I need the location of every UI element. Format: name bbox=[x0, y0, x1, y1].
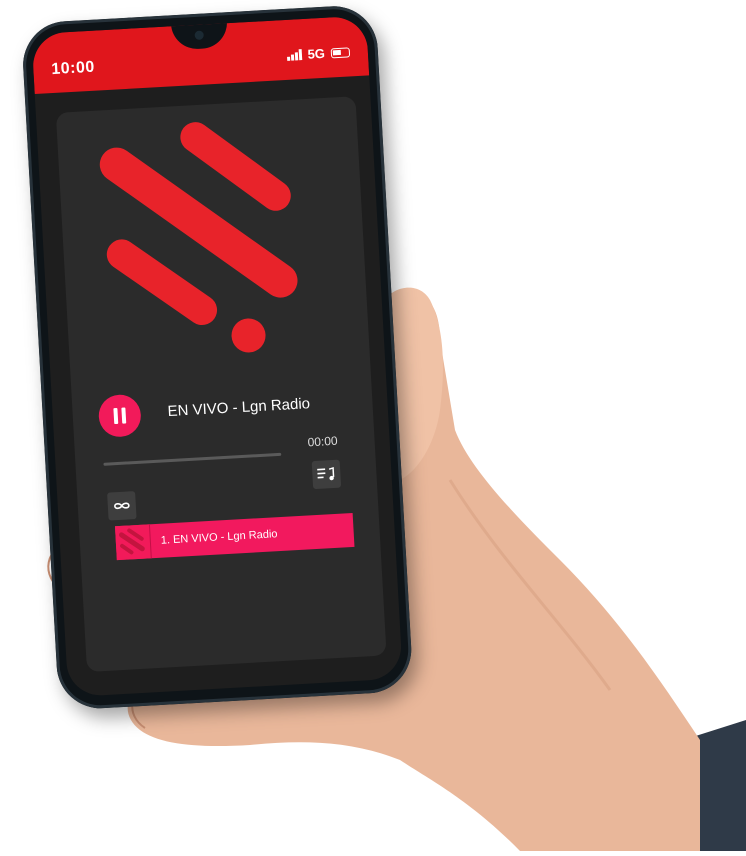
pause-icon-bar bbox=[121, 407, 127, 424]
station-logo-small bbox=[118, 528, 145, 555]
playlist-music-icon bbox=[317, 466, 335, 481]
status-icons: 5G bbox=[286, 44, 351, 63]
pause-icon bbox=[113, 407, 119, 425]
progress-bar[interactable] bbox=[103, 452, 282, 466]
time-display: 00:00 bbox=[307, 433, 338, 450]
playlist-button[interactable] bbox=[311, 459, 342, 490]
station-logo bbox=[99, 122, 298, 353]
player-card: EN VIVO - Lgn Radio 00:00 1. EN VIVO - L… bbox=[55, 96, 387, 673]
battery-icon bbox=[330, 46, 351, 58]
status-bar: 10:00 5G bbox=[31, 15, 370, 95]
status-time: 10:00 bbox=[50, 58, 96, 79]
pause-button[interactable] bbox=[97, 393, 142, 438]
phone-screen: 10:00 5G EN VIVO - Lgn Radio 00:00 1. EN… bbox=[31, 15, 403, 698]
playlist-item-thumbnail bbox=[114, 524, 152, 561]
playlist-item-label: 1. EN VIVO - Lgn Radio bbox=[160, 528, 278, 547]
playlist-item[interactable]: 1. EN VIVO - Lgn Radio bbox=[114, 512, 355, 561]
camera-notch bbox=[171, 21, 229, 51]
signal-icon bbox=[286, 49, 302, 61]
camera-icon bbox=[194, 30, 204, 41]
track-title: EN VIVO - Lgn Radio bbox=[167, 395, 311, 421]
phone: 10:00 5G EN VIVO - Lgn Radio 00:00 1. EN… bbox=[20, 3, 414, 711]
infinity-icon bbox=[114, 502, 130, 510]
loop-button[interactable] bbox=[107, 491, 137, 521]
network-label: 5G bbox=[307, 45, 326, 62]
